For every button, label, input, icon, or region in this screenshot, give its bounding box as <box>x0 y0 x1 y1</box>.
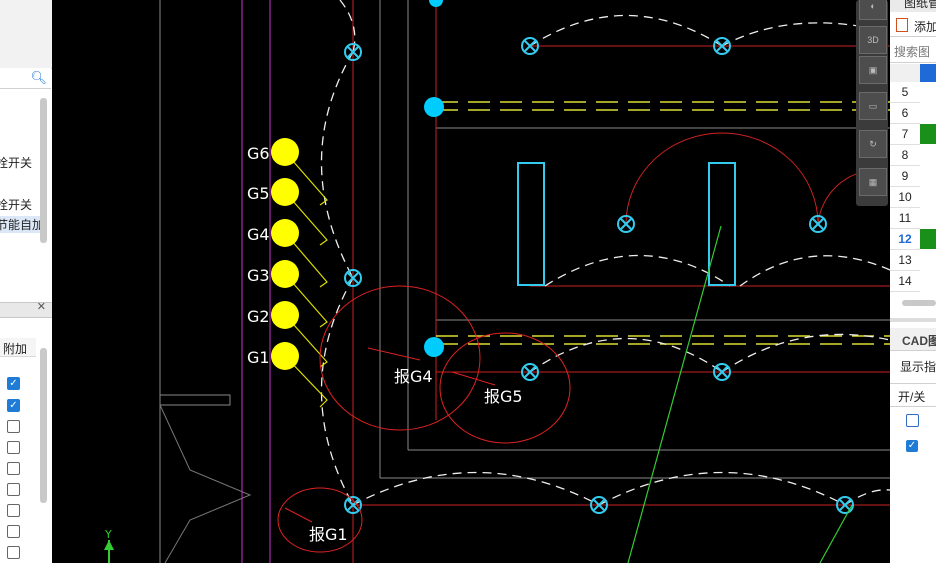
add-file-icon <box>896 18 908 32</box>
drawing-row-number[interactable]: 9 <box>890 166 920 187</box>
drawing-row-number[interactable]: 10 <box>890 187 920 208</box>
label-g6: G6 <box>247 144 270 163</box>
rotate-icon[interactable]: ↻ <box>859 130 887 158</box>
layer-checkbox[interactable] <box>7 546 20 559</box>
column-header-label: 附加 <box>3 342 28 356</box>
cad-drawing-canvas[interactable]: G6 G5 G4 G3 G2 G1 报G4 报G5 报G1 Y <box>52 0 890 563</box>
drawing-row-number[interactable]: 12 <box>890 229 920 250</box>
row-status-green <box>920 124 936 144</box>
label-g1: G1 <box>247 348 270 367</box>
plane-icon[interactable]: ▭ <box>859 92 887 120</box>
layer-toggle-off[interactable] <box>906 414 919 427</box>
right-search-input[interactable]: 搜索图 <box>890 38 936 63</box>
cad-section-header: CAD图 <box>890 328 936 351</box>
layer-checkbox[interactable] <box>7 462 20 475</box>
column-header-highlight <box>920 64 936 82</box>
right-panel: 图纸管 添加 搜索图 CAD图 显示指 开/关 ✓ 5 6 7 8 9 10 11 12 13 1… <box>890 0 936 563</box>
grid-icon[interactable]: ▦ <box>859 168 887 196</box>
annotation-bc1: 报G1 <box>309 525 348 544</box>
axis-y-label: Y <box>104 528 112 541</box>
layer-checkbox[interactable] <box>7 483 20 496</box>
list-item-selected[interactable]: 节能自加 <box>0 216 45 233</box>
view-3d-button[interactable]: 3D <box>859 26 887 54</box>
drawing-row-number[interactable]: 6 <box>890 103 920 124</box>
list-item[interactable]: 栓开关 <box>0 154 32 171</box>
annotation-bc4: 报G4 <box>394 367 433 386</box>
right-panel-title: 图纸管 <box>904 0 936 10</box>
orbit-icon[interactable]: ◐ <box>859 0 887 20</box>
view-toolbar: ◐ 3D ▣ ▭ ↻ ▦ <box>856 0 888 206</box>
left-panel: 🔍︎ 栓开关 栓开关 节能自加 ✕ 附加 ✓ ✓ <box>0 0 52 563</box>
drawing-row-number[interactable]: 7 <box>890 124 920 145</box>
add-button[interactable]: 添加 <box>890 14 936 37</box>
layer-checkbox[interactable] <box>7 441 20 454</box>
right-panel-header: 图纸管 <box>890 0 936 12</box>
row-status-green <box>920 229 936 249</box>
cube-icon[interactable]: ▣ <box>859 56 887 84</box>
drawing-row-number[interactable]: 11 <box>890 208 920 229</box>
add-label: 添加 <box>914 20 936 34</box>
label-g3: G3 <box>247 266 270 285</box>
close-icon[interactable]: ✕ <box>37 300 46 313</box>
layer-checkbox[interactable] <box>7 504 20 517</box>
list-item[interactable]: 栓开关 <box>0 196 32 213</box>
left-search-input[interactable]: 🔍︎ <box>0 68 51 89</box>
drawing-row-number[interactable]: 8 <box>890 145 920 166</box>
label-g4: G4 <box>247 225 270 244</box>
layer-checkbox[interactable]: ✓ <box>7 399 20 412</box>
drawing-row-number[interactable]: 5 <box>890 82 920 103</box>
drawing-row-number[interactable]: 14 <box>890 271 920 292</box>
horizontal-scrollbar[interactable] <box>890 296 936 310</box>
left-panel-header <box>0 0 52 69</box>
table-header <box>890 64 936 82</box>
layer-checkbox[interactable] <box>7 420 20 433</box>
onoff-header: 开/关 <box>890 383 936 407</box>
layer-checkbox[interactable]: ✓ <box>7 377 20 390</box>
annotation-bc5: 报G5 <box>484 387 523 406</box>
display-hint: 显示指 <box>900 360 936 374</box>
scrollbar[interactable] <box>40 348 47 503</box>
scrollbar[interactable] <box>40 98 47 243</box>
layer-toggle-on[interactable]: ✓ <box>906 440 918 452</box>
layer-checkbox[interactable] <box>7 525 20 538</box>
column-header: 附加 <box>0 338 36 357</box>
label-g5: G5 <box>247 184 270 203</box>
label-g2: G2 <box>247 307 270 326</box>
drawing-row-number[interactable]: 13 <box>890 250 920 271</box>
search-icon[interactable]: 🔍︎ <box>30 70 47 86</box>
